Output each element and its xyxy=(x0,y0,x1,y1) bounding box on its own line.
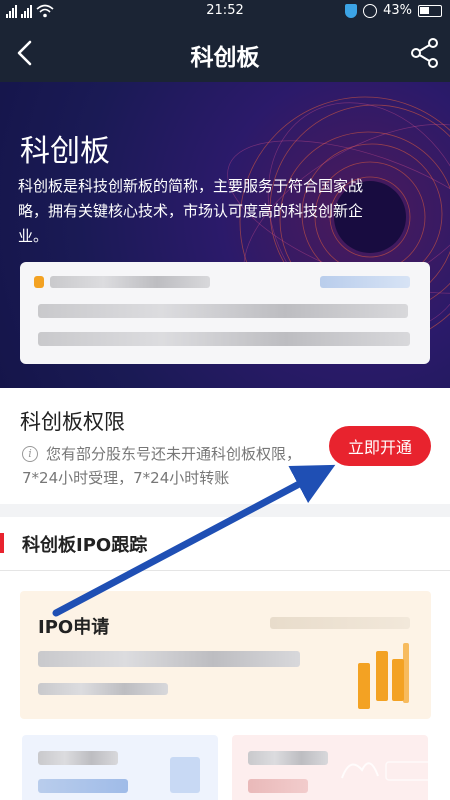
blurred-text xyxy=(38,683,168,695)
chevron-left-icon xyxy=(17,40,32,66)
share-icon xyxy=(411,38,438,68)
battery-icon xyxy=(418,4,442,17)
permission-title: 科创板权限 xyxy=(20,410,125,434)
back-button[interactable] xyxy=(10,36,44,70)
open-now-button[interactable]: 立即开通 xyxy=(329,426,431,466)
ipo-application-label: IPO申请 xyxy=(38,617,110,638)
ipo-section-title: 科创板IPO跟踪 xyxy=(22,535,148,556)
nav-bar: 科创板 xyxy=(0,24,450,82)
permission-description: 您有部分股东号还未开通科创板权限，7*24小时受理，7*24小时转账 xyxy=(22,445,302,487)
hero-banner: 科创板 科创板是科技创新板的简称，主要服务于符合国家战略，拥有关键核心技术，市场… xyxy=(0,82,450,388)
rotation-lock-icon xyxy=(363,3,378,18)
permission-section: 科创板权限 i 您有部分股东号还未开通科创板权限，7*24小时受理，7*24小时… xyxy=(0,388,450,504)
ipo-stat-card-left[interactable] xyxy=(22,735,218,800)
shield-icon xyxy=(345,3,358,18)
battery-percent: 43% xyxy=(383,3,412,18)
blurred-text xyxy=(38,651,300,667)
page: 21:52 43% 科创板 科创板 科创板是科技创新板的简称，主要服务于符合国家… xyxy=(0,0,450,800)
share-button[interactable] xyxy=(408,36,442,70)
ipo-section-header: 科创板IPO跟踪 xyxy=(0,517,450,571)
status-icons: 43% xyxy=(345,3,442,18)
hero-title: 科创板 xyxy=(20,134,110,169)
status-bar: 21:52 43% xyxy=(0,0,450,24)
ipo-application-card[interactable]: IPO申请 xyxy=(20,591,431,719)
page-title: 科创板 xyxy=(190,45,260,71)
hero-info-card-blurred[interactable] xyxy=(20,262,430,364)
section-accent-bar xyxy=(0,533,4,553)
watermark-logo xyxy=(336,748,446,792)
blurred-text xyxy=(270,617,410,629)
hero-description: 科创板是科技创新板的简称，主要服务于符合国家战略，拥有关键核心技术，市场认可度高… xyxy=(18,177,364,245)
